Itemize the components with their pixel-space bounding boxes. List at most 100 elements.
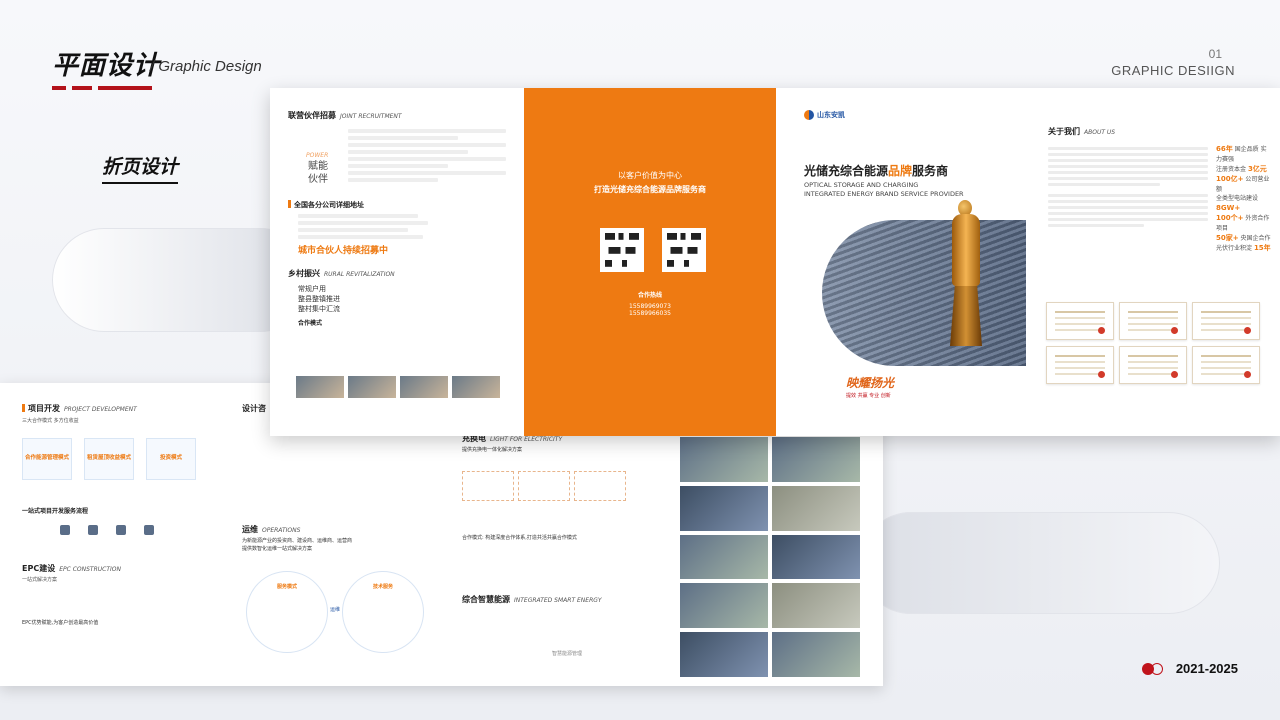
company-logo: 山东安凯	[804, 110, 845, 120]
slogan-line2: 打造光储充综合能源品牌服务商	[594, 185, 706, 194]
rural-item: 整县整镇推进	[298, 294, 340, 303]
cover-headline: 光储充综合能源品牌服务商	[804, 164, 949, 178]
english-title: GRAPHIC DESIIGN	[1111, 63, 1235, 78]
stat-item: 100个+ 外资合作项目	[1216, 214, 1270, 232]
front-panel-cover: 山东安凯 光储充综合能源品牌服务商 OPTICAL STORAGE AND CH…	[776, 88, 1026, 436]
project-photo	[680, 632, 768, 677]
rural-photo	[296, 376, 344, 398]
certificate	[1119, 346, 1187, 384]
calligraphy-sub: 提效 共赢 专业 创新	[846, 393, 891, 399]
certificate	[1046, 302, 1114, 340]
one-stop-label: 一站式项目开发服务流程	[22, 507, 89, 515]
certificate-grid	[1046, 302, 1260, 384]
section-label: 折页设计	[102, 152, 179, 184]
page-number: 01	[1208, 47, 1222, 61]
rural-item: 常规户用	[298, 285, 326, 293]
process-icon	[88, 524, 98, 535]
charge-steps	[462, 470, 668, 505]
stat-item: 全类型电站建设 8GW+	[1216, 194, 1259, 212]
certificate	[1192, 346, 1260, 384]
hotline-block: 合作热线 15589969073 15589966035	[629, 292, 671, 317]
ops-sub2: 提供数智化运维一站式解决方案	[242, 545, 313, 552]
title-accent-bars	[52, 86, 152, 90]
process-icons	[60, 524, 210, 535]
step-box	[518, 470, 570, 501]
step-box	[574, 470, 626, 501]
stat-item: 50家+ 央国企合作	[1216, 233, 1271, 242]
about-paragraph	[1048, 147, 1208, 227]
mode-box: 投资模式	[146, 437, 196, 480]
qr-code-icon	[600, 228, 644, 272]
epc-subtitle: 一站式解决方案	[22, 576, 58, 583]
page-title: 平面设计	[52, 51, 161, 81]
project-photo	[680, 583, 768, 629]
rural-heading: 乡村振兴 RURAL REVITALIZATION	[288, 269, 395, 278]
logo-mark-icon	[804, 110, 814, 120]
rural-photo	[452, 376, 500, 398]
front-panel-about: 关于我们 ABOUT US 66年 国企品质 实力赛强 注册资本金 3亿元 100…	[1026, 88, 1280, 436]
dev-heading: 项目开发 PROJECT DEVELOPMENT	[22, 403, 210, 414]
stat-item: 100亿+ 公司营业额	[1216, 175, 1270, 193]
ops-center-label: 运维	[330, 607, 341, 613]
project-photo	[772, 583, 860, 629]
recruit-heading: 联营伙伴招募 JOINT RECRUITMENT	[288, 111, 402, 120]
ops-heading: 运维 OPERATIONS	[242, 525, 301, 534]
rural-item: 整村集中汇流	[298, 304, 340, 313]
stat-item: 注册资本金 3亿元	[1216, 164, 1267, 173]
branch-address-list	[288, 214, 506, 239]
service-mode-ring: 服务模式	[246, 571, 328, 653]
step-box	[462, 470, 514, 501]
solar-farm-image	[822, 220, 1026, 366]
front-panel-contact: 以客户价值为中心 打造光储充综合能源品牌服务商 合作热线 15589969073…	[524, 88, 776, 436]
project-photo	[680, 485, 768, 531]
dev-subtitle: 三大合作模式 多方位收益	[22, 418, 79, 424]
process-icon	[144, 524, 154, 535]
rural-photo	[400, 376, 448, 398]
process-icon	[60, 524, 70, 535]
certificate	[1046, 346, 1114, 384]
project-photo	[772, 534, 860, 580]
footer: 2021-2025	[1141, 661, 1238, 676]
city-partner-cta: 城市合伙人持续招募中	[298, 246, 389, 256]
epc-heading: EPC建设 EPC CONSTRUCTION	[22, 563, 121, 573]
mode-box: 租赁屋顶收益模式	[84, 437, 134, 480]
rural-photo	[348, 376, 396, 398]
coop-heading: 合作模式	[298, 320, 323, 328]
mode-box: 合作能源管理模式	[22, 437, 72, 480]
project-photo-grid	[680, 437, 860, 677]
double-circle-icon	[1141, 662, 1166, 676]
tech-service-ring: 技术服务	[342, 571, 424, 653]
project-photo	[772, 437, 860, 482]
page-subtitle: / Graphic Design	[150, 58, 262, 75]
branches-heading: 全国各分公司详细地址	[288, 200, 506, 210]
slogan-line1: 以客户价值为中心	[618, 171, 682, 180]
empower-text: 赋能 伙伴	[308, 161, 328, 185]
rural-list: 常规户用 整县整镇推进 整村集中汇流	[298, 285, 506, 314]
company-stats: 66年 国企品质 实力赛强 注册资本金 3亿元 100亿+ 公司营业额 全类型电…	[1216, 144, 1272, 254]
certificate	[1119, 302, 1187, 340]
golden-statue-icon	[946, 200, 986, 350]
smart-heading: 综合智慧能源 INTEGRATED SMART ENERGY	[462, 595, 602, 604]
power-label: POWER	[306, 152, 329, 159]
about-heading: 关于我们 ABOUT US	[1048, 127, 1116, 136]
project-photo	[680, 437, 768, 482]
calligraphy-slogan: 映耀扬光	[846, 376, 895, 390]
brochure-front-sheet: 联营伙伴招募 JOINT RECRUITMENT POWER 赋能 伙伴 全国各分…	[270, 88, 1280, 436]
certificate	[1192, 302, 1260, 340]
decor-pill-right	[860, 512, 1220, 614]
front-panel-recruit: 联营伙伴招募 JOINT RECRUITMENT POWER 赋能 伙伴 全国各分…	[270, 88, 524, 436]
qr-codes	[600, 228, 706, 272]
project-photo	[680, 534, 768, 580]
charge-subtitle: 提供充换电一体化解决方案	[462, 447, 523, 453]
cover-english: OPTICAL STORAGE AND CHARGING INTEGRATED …	[804, 181, 964, 199]
cooperation-boxes: 合作能源管理模式 租赁屋顶收益模式 投资模式	[22, 437, 210, 480]
stat-item: 66年 国企品质 实力赛强	[1216, 145, 1267, 163]
ops-sub1: 为新能源产业的投资商、建设商、运维商、运营商	[242, 538, 353, 544]
coop-mode: 合作模式: 构建深度合作体系,打造共活共赢合作模式	[462, 534, 577, 541]
epc-advantage: EPC优势赋能,为客户创造最高价值	[22, 620, 99, 626]
smart-caption: 智慧能源管理	[552, 651, 583, 657]
year-range: 2021-2025	[1175, 661, 1238, 676]
back-panel-project: 项目开发 PROJECT DEVELOPMENT 三大合作模式 多方位收益 合作能…	[0, 383, 232, 686]
project-photo	[772, 632, 860, 677]
project-photo	[772, 485, 860, 531]
